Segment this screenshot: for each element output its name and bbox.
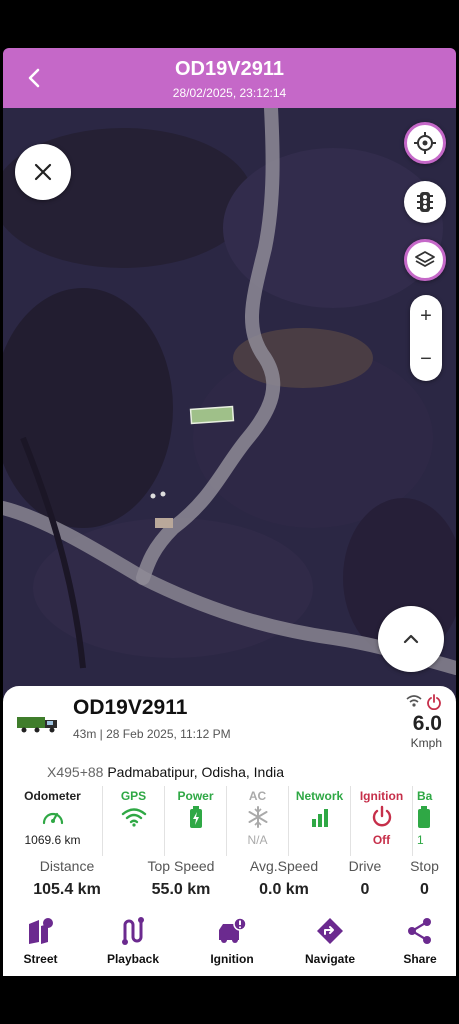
stat-label: Ba bbox=[417, 789, 433, 803]
vehicle-details-sheet: OD19V2911 43m | 28 Feb 2025, 11:12 PM 6.… bbox=[3, 686, 456, 976]
ignition-alert-icon bbox=[219, 917, 247, 943]
zoom-out-button[interactable]: − bbox=[410, 338, 442, 381]
metric-value: 55.0 km bbox=[151, 881, 211, 898]
wifi-status-icon bbox=[406, 695, 422, 707]
snowflake-icon bbox=[248, 806, 267, 828]
stat-odometer: Odometer 1069.6 km bbox=[3, 786, 103, 856]
street-button[interactable]: Street bbox=[3, 914, 78, 976]
stat-label: GPS bbox=[120, 789, 147, 803]
map-layers-button[interactable] bbox=[404, 239, 446, 281]
navigate-icon bbox=[317, 918, 343, 944]
metric-top-speed: Top Speed 55.0 km bbox=[131, 858, 231, 899]
stat-ignition: Ignition Off bbox=[351, 786, 413, 856]
share-button[interactable]: Share bbox=[384, 914, 456, 976]
metric-label: Drive bbox=[348, 858, 382, 874]
stat-value: 1069.6 km bbox=[24, 833, 81, 847]
speedometer-icon bbox=[42, 812, 63, 825]
stat-power: Power bbox=[165, 786, 227, 856]
stat-label: Odometer bbox=[24, 789, 81, 803]
vehicle-number: OD19V2911 bbox=[73, 696, 188, 719]
power-icon bbox=[372, 805, 391, 827]
stat-ac: AC N/A bbox=[227, 786, 289, 856]
battery-icon bbox=[418, 806, 430, 828]
truck-icon bbox=[17, 717, 57, 733]
stat-value: Off bbox=[372, 833, 391, 847]
route-icon bbox=[122, 917, 144, 945]
playback-label: Playback bbox=[106, 952, 160, 966]
street-view-icon bbox=[28, 918, 53, 944]
battery-icon bbox=[189, 806, 202, 828]
last-updated: 28/02/2025, 23:12:14 bbox=[172, 86, 287, 100]
app-screen: OD19V2911 28/02/2025, 23:12:14 + − OD19V… bbox=[0, 0, 459, 1024]
ignition-button[interactable]: Ignition bbox=[188, 914, 276, 976]
speed-panel: 6.0 Kmph bbox=[406, 694, 442, 750]
last-seen-time: 43m | 28 Feb 2025, 11:12 PM bbox=[73, 727, 231, 741]
trip-metrics: Distance 105.4 km Top Speed 55.0 km Avg.… bbox=[3, 858, 456, 899]
metric-stop: Stop 0 bbox=[393, 858, 456, 899]
share-label: Share bbox=[403, 952, 437, 966]
status-strip: Odometer 1069.6 km GPS Power AC N/A Netw… bbox=[3, 786, 456, 856]
metric-drive: Drive 0 bbox=[337, 858, 393, 899]
metric-label: Top Speed bbox=[147, 858, 215, 874]
bottom-action-bar: Street Playback Ignition Navigate Share bbox=[3, 914, 456, 976]
metric-value: 105.4 km bbox=[33, 881, 101, 898]
header-bar: OD19V2911 28/02/2025, 23:12:14 bbox=[3, 48, 456, 108]
layers-icon bbox=[415, 251, 435, 267]
metric-value: 0 bbox=[360, 881, 370, 898]
map-imagery bbox=[3, 108, 456, 700]
stat-label: AC bbox=[248, 789, 267, 803]
speed-unit: Kmph bbox=[410, 736, 442, 750]
share-icon bbox=[408, 918, 431, 944]
close-map-button[interactable] bbox=[15, 144, 71, 200]
address: X495+88 Padmabatipur, Odisha, India bbox=[47, 764, 284, 780]
locate-button[interactable] bbox=[404, 122, 446, 164]
stat-value: N/A bbox=[247, 833, 268, 847]
metric-value: 0.0 km bbox=[259, 881, 309, 898]
metric-label: Stop bbox=[410, 858, 439, 874]
metric-label: Avg.Speed bbox=[249, 858, 319, 874]
metric-distance: Distance 105.4 km bbox=[3, 858, 131, 899]
crosshair-icon bbox=[414, 132, 436, 154]
stat-label: Network bbox=[295, 789, 344, 803]
stat-value: 1 bbox=[417, 833, 424, 847]
address-text: Padmabatipur, Odisha, India bbox=[107, 764, 285, 780]
expand-sheet-button[interactable] bbox=[378, 606, 444, 672]
stat-battery: Ba 1 bbox=[413, 786, 456, 856]
vehicle-title: OD19V2911 bbox=[175, 58, 284, 80]
zoom-in-button[interactable]: + bbox=[410, 295, 442, 338]
speed-value: 6.0 bbox=[412, 712, 442, 735]
traffic-button[interactable] bbox=[404, 181, 446, 223]
stat-label: Ignition bbox=[359, 789, 404, 803]
satellite-map[interactable]: + − bbox=[3, 108, 456, 700]
wifi-icon bbox=[121, 808, 146, 827]
playback-button[interactable]: Playback bbox=[78, 914, 188, 976]
metric-avg-speed: Avg.Speed 0.0 km bbox=[231, 858, 337, 899]
metric-value: 0 bbox=[420, 881, 429, 898]
power-status-icon bbox=[427, 694, 441, 710]
ignition-label: Ignition bbox=[210, 952, 254, 966]
plus-code: X495+88 bbox=[47, 764, 104, 780]
street-label: Street bbox=[23, 952, 58, 966]
chevron-up-icon bbox=[403, 634, 419, 644]
stat-network: Network bbox=[289, 786, 351, 856]
stat-gps: GPS bbox=[103, 786, 165, 856]
stat-label: Power bbox=[177, 789, 214, 803]
navigate-label: Navigate bbox=[304, 952, 356, 966]
navigate-button[interactable]: Navigate bbox=[276, 914, 384, 976]
signal-bars-icon bbox=[311, 809, 328, 827]
traffic-light-icon bbox=[417, 192, 433, 212]
zoom-control: + − bbox=[410, 295, 442, 381]
metric-label: Distance bbox=[39, 858, 95, 874]
close-icon bbox=[34, 163, 52, 181]
